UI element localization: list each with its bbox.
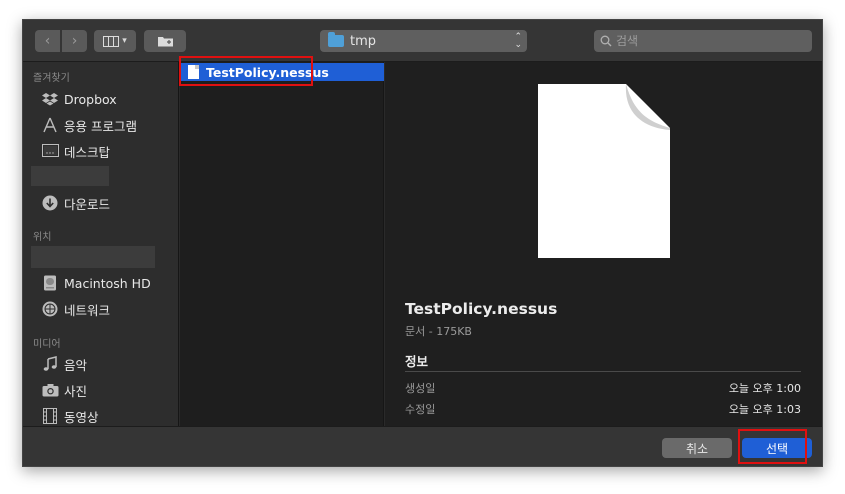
sidebar-item-desktop[interactable]: 데스크탑 [41, 140, 110, 162]
chevron-right-icon: › [71, 33, 78, 49]
new-folder-icon [157, 37, 173, 47]
highlight-box-file [179, 56, 313, 86]
camera-icon [41, 381, 59, 399]
sidebar-item-label: 사진 [64, 383, 88, 399]
columns-view-icon [103, 35, 120, 47]
sidebar-item-applications[interactable]: 응용 프로그램 [41, 114, 137, 136]
sidebar-item-music[interactable]: 음악 [41, 353, 87, 375]
redacted-item [31, 166, 109, 186]
sidebar-item-label: 응용 프로그램 [64, 118, 137, 134]
preview-kind-size: 문서 - 175KB [405, 325, 472, 338]
film-icon [41, 407, 59, 425]
favorites-header: 즐겨찾기 [33, 73, 70, 84]
path-popup[interactable]: tmp ⌃ ⌄ [320, 30, 527, 52]
toolbar: ‹ › ▾ tmp ⌃ ⌄ [23, 20, 822, 62]
applications-icon [41, 116, 59, 134]
info-key: 수정일 [405, 403, 436, 416]
sidebar-item-label: 데스크탑 [64, 144, 111, 160]
sidebar-item-label: 동영상 [64, 409, 99, 425]
locations-header: 위치 [33, 232, 52, 243]
search-icon [600, 35, 612, 47]
info-header: 정보 [405, 354, 429, 369]
file-column: TestPolicy.nessus [180, 62, 384, 426]
path-label: tmp [350, 33, 377, 49]
search-input[interactable] [616, 34, 796, 48]
file-open-dialog: ‹ › ▾ tmp ⌃⌄ 즐겨찾기 Dropbox [22, 19, 823, 467]
nav-buttons: ‹ › [35, 30, 87, 52]
network-icon [41, 300, 59, 318]
preview-pane: TestPolicy.nessus 문서 - 175KB 정보 생성일 오늘 오… [385, 62, 822, 426]
preview-file-name: TestPolicy.nessus [405, 300, 558, 318]
redacted-item [31, 246, 155, 268]
sidebar-item-label: 음악 [64, 357, 88, 373]
view-mode-button[interactable]: ▾ [94, 30, 136, 52]
updown-chevron-icon: ⌃ ⌄ [514, 32, 522, 50]
divider [405, 371, 801, 372]
info-key: 생성일 [405, 382, 436, 395]
cancel-button[interactable]: 취소 [662, 438, 732, 458]
info-row-created: 생성일 오늘 오후 1:00 [405, 380, 801, 396]
sidebar-item-movies[interactable]: 동영상 [41, 405, 99, 427]
downloads-icon [41, 194, 59, 212]
sidebar-item-photos[interactable]: 사진 [41, 379, 87, 401]
info-value: 오늘 오후 1:03 [728, 403, 801, 416]
info-value: 오늘 오후 1:00 [728, 382, 801, 395]
sidebar-item-downloads[interactable]: 다운로드 [41, 192, 110, 214]
sidebar-item-dropbox[interactable]: Dropbox [41, 88, 117, 110]
sidebar-item-label: 다운로드 [64, 196, 111, 212]
desktop-icon [41, 142, 59, 160]
chevron-left-icon: ‹ [44, 33, 51, 49]
sidebar-item-macintosh-hd[interactable]: Macintosh HD [41, 272, 151, 294]
sidebar-item-label: Macintosh HD [64, 275, 151, 291]
dropbox-icon [41, 90, 59, 108]
sidebar-item-label: Dropbox [64, 91, 117, 107]
document-preview-icon [538, 84, 670, 258]
footer: 취소 선택 [23, 426, 822, 466]
back-button[interactable]: ‹ [35, 30, 60, 52]
info-row-modified: 수정일 오늘 오후 1:03 [405, 401, 801, 417]
sidebar-item-network[interactable]: 네트워크 [41, 298, 110, 320]
sidebar: 즐겨찾기 Dropbox 응용 프로그램 데스크탑 다운로드 위치 Macint… [23, 62, 179, 426]
search-field[interactable] [594, 30, 812, 52]
new-folder-button[interactable] [144, 30, 186, 52]
folder-icon [328, 32, 344, 47]
sidebar-item-label: 네트워크 [64, 302, 111, 318]
disk-icon [41, 274, 59, 292]
highlight-box-select [738, 429, 807, 464]
forward-button[interactable]: › [62, 30, 87, 52]
music-icon [41, 355, 59, 373]
chevron-down-icon: ▾ [122, 36, 127, 46]
media-header: 미디어 [33, 339, 61, 350]
